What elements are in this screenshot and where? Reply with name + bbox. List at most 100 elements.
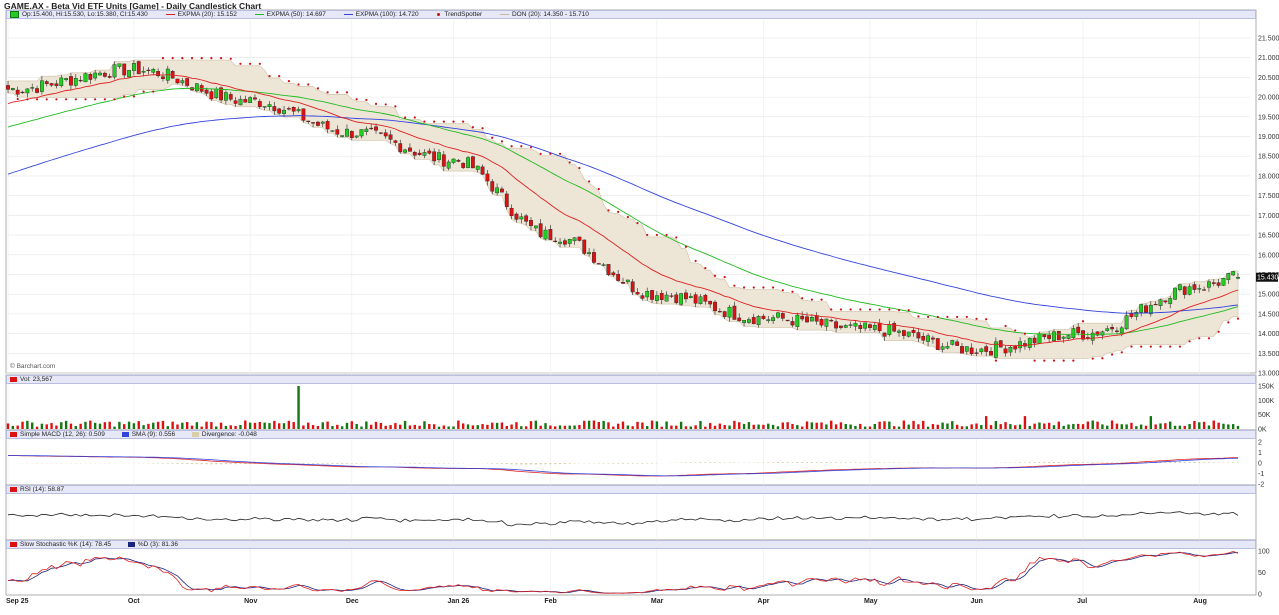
candle-body — [393, 140, 398, 143]
candle-body — [945, 346, 950, 349]
volume-bar — [127, 421, 131, 429]
volume-label: Vol: 23,567 — [20, 376, 53, 383]
macd-legend-bar: Simple MACD (12, 26): 0.509 SMA (9): 0.5… — [6, 430, 1256, 439]
trendspotter-dot — [713, 274, 717, 277]
candle-body — [1236, 277, 1240, 279]
trendspotter-dot — [956, 315, 959, 319]
candle-body — [960, 346, 964, 354]
volume-bar — [1106, 425, 1109, 429]
candle-body — [30, 87, 35, 89]
trendspotter-dot — [491, 136, 494, 139]
candle-body — [717, 311, 722, 313]
candle-body — [524, 215, 529, 222]
candle-body — [15, 89, 20, 95]
volume-bar — [21, 421, 24, 429]
volume-bar — [965, 426, 969, 429]
macd-divergence-bar — [520, 463, 523, 465]
candle-body — [829, 320, 834, 322]
volume-bar — [922, 420, 925, 429]
volume-swatch-icon — [10, 376, 17, 382]
candle-body — [780, 313, 785, 319]
candle-body — [325, 121, 330, 130]
candle-body — [853, 323, 858, 327]
candle-body — [320, 121, 325, 124]
volume-bar — [936, 424, 939, 429]
volume-bar — [1081, 424, 1085, 429]
trendspotter-dot — [607, 209, 610, 212]
candle-body — [664, 294, 669, 302]
macd-divergence-bar — [297, 463, 300, 464]
trendspotter-dot — [772, 286, 775, 289]
volume-bar — [902, 420, 906, 429]
trendspotter-dot — [529, 146, 533, 149]
macd-divergence-bar — [796, 462, 799, 463]
candle-body — [93, 72, 98, 79]
volume-bar — [282, 423, 286, 429]
candle-body — [858, 325, 863, 329]
volume-bar — [11, 425, 15, 429]
candle-body — [1187, 286, 1192, 295]
price-legend-bar: Op:15.400, Hi:15.530, Lo:15.380, Cl:15.4… — [6, 10, 1256, 19]
trendspotter-dot — [1091, 357, 1094, 360]
volume-bar — [830, 420, 833, 429]
candle-body — [1197, 288, 1202, 290]
candle-body — [441, 154, 446, 167]
volume-bar — [781, 422, 785, 429]
volume-bar — [428, 423, 431, 429]
trendspotter-dot — [326, 91, 329, 94]
trendspotter-dot — [45, 98, 48, 101]
trendspotter-dot — [926, 315, 930, 319]
trendspotter-dot — [278, 74, 281, 78]
volume-bar — [16, 425, 19, 429]
last-price-label: 15.430 — [1257, 275, 1279, 282]
macd-divergence-bar — [1115, 462, 1118, 463]
volume-bar — [994, 420, 998, 429]
macd-divergence-bar — [1096, 462, 1099, 463]
price-tick-label: 16.500 — [1258, 233, 1279, 240]
volume-bar — [413, 424, 416, 429]
trendspotter-dot — [801, 297, 804, 300]
volume-bar — [815, 422, 818, 429]
trendspotter-dot — [1043, 359, 1046, 362]
volume-bar — [31, 422, 34, 429]
trendspotter-dot — [413, 116, 416, 119]
trendspotter-dot — [762, 286, 765, 289]
candle-body — [1071, 328, 1076, 338]
volume-bar — [820, 422, 823, 429]
candle-body — [354, 135, 359, 138]
macd-divergence-bar — [1169, 461, 1172, 463]
candle-body — [790, 321, 795, 326]
volume-bar — [471, 425, 475, 429]
trendspotter-dot — [181, 57, 184, 60]
candle-body — [989, 351, 993, 356]
price-tick-label: 16.000 — [1258, 252, 1279, 259]
macd-divergence-bar — [1178, 461, 1181, 463]
macd-divergence-bar — [157, 463, 160, 464]
month-tick-label: Apr — [757, 598, 769, 605]
candle-body — [282, 109, 286, 114]
volume-bar — [534, 420, 538, 429]
volume-bar — [1222, 423, 1225, 429]
volume-bar — [767, 423, 770, 429]
volume-bar — [641, 422, 644, 429]
candle-body — [495, 187, 499, 194]
volume-bar — [481, 424, 484, 429]
candle-body — [330, 130, 335, 132]
volume-bar — [970, 424, 973, 429]
volume-bar — [825, 424, 828, 429]
candle-body — [630, 281, 635, 293]
candle-body — [897, 330, 901, 333]
candle-body — [751, 317, 756, 325]
candle-body — [606, 264, 611, 276]
candle-body — [713, 301, 717, 312]
volume-bar — [1086, 421, 1090, 429]
volume-bar — [64, 420, 68, 429]
macd-divergence-bar — [1033, 462, 1036, 463]
candle-body — [277, 108, 282, 114]
rsi-line — [7, 511, 1239, 527]
trendspotter-dot — [423, 120, 426, 123]
volume-bar — [108, 421, 111, 429]
trendspotter-dot — [1227, 321, 1230, 324]
volume-bar — [771, 424, 775, 429]
candle-body — [1207, 281, 1211, 288]
